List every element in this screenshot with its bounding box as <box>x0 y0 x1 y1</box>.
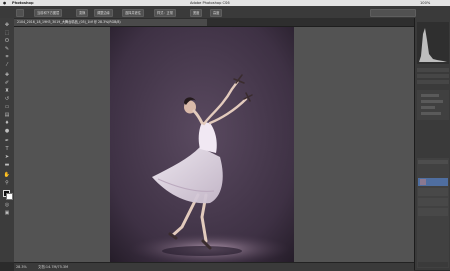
panels-dock <box>414 18 450 270</box>
move-icon[interactable]: ✥ <box>3 22 11 28</box>
lasso-icon[interactable]: ʘ <box>3 38 11 44</box>
option-button-2[interactable]: 调整边缘 <box>94 9 113 17</box>
tools-panel: ✥ ⬚ ʘ ✎ ⌗ ⁄ ✚ ✐ ♜ ↺ ▭ ▤ ♦ ● ✒ T ➤ ▬ ✋ ⚲ … <box>0 18 15 262</box>
eyedropper-icon[interactable]: ⁄ <box>3 62 11 68</box>
panel-row[interactable] <box>417 68 449 72</box>
history-brush-icon[interactable]: ↺ <box>3 96 11 102</box>
layer-row[interactable] <box>418 198 448 206</box>
property-field[interactable] <box>421 100 443 103</box>
zoom-icon[interactable]: ⚲ <box>3 180 11 186</box>
document-tab-bar: 2104_2016_18_19H3_3019_大舞台精品_(05)_1tif @… <box>14 18 414 27</box>
option-button-5[interactable]: 宽度 <box>190 9 203 17</box>
quick-select-icon[interactable]: ✎ <box>3 46 11 52</box>
shape-icon[interactable]: ▬ <box>3 162 11 168</box>
panel-row[interactable] <box>417 74 449 78</box>
tool-preset-icon[interactable] <box>16 9 24 17</box>
gradient-icon[interactable]: ▤ <box>3 112 11 118</box>
healing-icon[interactable]: ✚ <box>3 72 11 78</box>
eraser-icon[interactable]: ▭ <box>3 104 11 110</box>
option-button-4[interactable]: 样式：正常 <box>154 9 176 17</box>
pen-icon[interactable]: ✒ <box>3 138 11 144</box>
option-button-6[interactable]: 高度 <box>210 9 223 17</box>
workspace-switcher[interactable] <box>370 9 416 17</box>
layer-row[interactable] <box>418 208 448 216</box>
property-field[interactable] <box>421 94 439 97</box>
property-field[interactable] <box>421 112 441 115</box>
layer-thumbnail <box>420 179 426 185</box>
quick-mask-icon[interactable]: ◎ <box>3 202 11 208</box>
layer-row[interactable] <box>418 188 448 196</box>
screen-mode-icon[interactable]: ▣ <box>3 210 11 216</box>
option-button-0[interactable]: 当前和下方图层 <box>34 9 63 17</box>
brush-icon[interactable]: ✐ <box>3 80 11 86</box>
document-canvas[interactable] <box>110 27 294 262</box>
panel-row[interactable] <box>417 80 449 84</box>
dodge-icon[interactable]: ● <box>3 128 11 134</box>
path-select-icon[interactable]: ➤ <box>3 154 11 160</box>
blur-icon[interactable]: ♦ <box>3 120 11 126</box>
type-icon[interactable]: T <box>3 146 11 152</box>
property-field[interactable] <box>421 106 435 109</box>
marquee-icon[interactable]: ⬚ <box>3 30 11 36</box>
histogram-graph <box>419 28 447 62</box>
layers-footer-icons[interactable] <box>418 262 448 267</box>
option-button-1[interactable]: 变换 <box>76 9 89 17</box>
document-tab[interactable]: 2104_2016_18_19H3_3019_大舞台精品_(05)_1tif @… <box>14 19 207 26</box>
option-button-3[interactable]: 选择并遮住 <box>122 9 144 17</box>
stamp-icon[interactable]: ♜ <box>3 88 11 94</box>
hand-icon[interactable]: ✋ <box>3 172 11 178</box>
layers-panel-header[interactable] <box>418 160 448 164</box>
crop-icon[interactable]: ⌗ <box>3 54 11 60</box>
background-color-swatch[interactable] <box>6 193 13 200</box>
